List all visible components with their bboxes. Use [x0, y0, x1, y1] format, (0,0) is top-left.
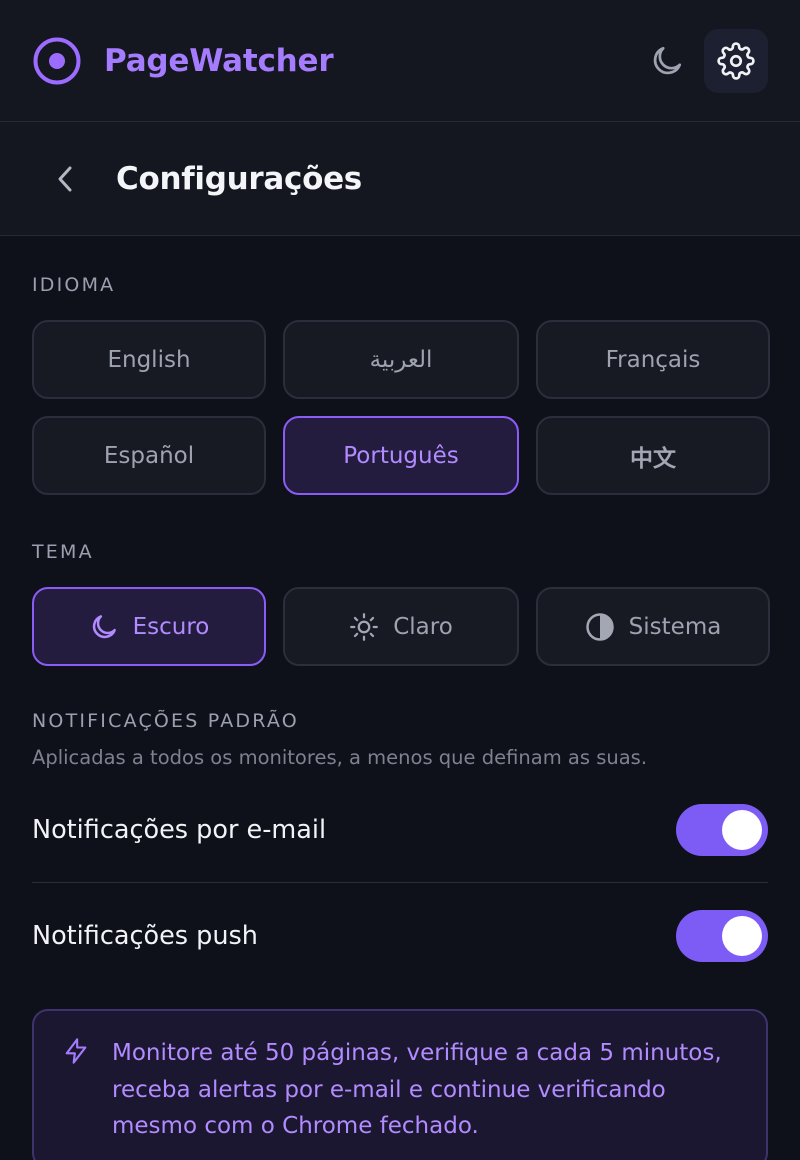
- push-notifications-toggle[interactable]: [676, 910, 768, 962]
- toggle-knob: [722, 809, 762, 850]
- moon-icon: [92, 614, 116, 638]
- language-option-french[interactable]: Français: [536, 320, 770, 399]
- push-notifications-row: Notificações push: [32, 883, 768, 989]
- settings-screen: PageWatcher Configurações IDIOMA English: [0, 0, 800, 1160]
- language-option-chinese[interactable]: 中文: [536, 416, 770, 495]
- language-option-portuguese[interactable]: Português: [283, 416, 519, 495]
- app-header: PageWatcher: [0, 0, 800, 122]
- settings-button[interactable]: [704, 28, 768, 93]
- notifications-section-label: NOTIFICAÇÕES PADRÃO: [32, 710, 299, 732]
- language-option-arabic[interactable]: العربية: [283, 320, 519, 399]
- pro-upgrade-text: Monitore até 50 páginas, verifique a cad…: [112, 1040, 722, 1139]
- logo-icon: [32, 36, 82, 86]
- theme-section-label: TEMA: [32, 541, 94, 563]
- language-option-spanish[interactable]: Español: [32, 416, 266, 495]
- email-notifications-label: Notificações por e-mail: [32, 814, 327, 845]
- language-option-english[interactable]: English: [32, 320, 266, 399]
- email-notifications-row: Notificações por e-mail: [32, 777, 768, 883]
- theme-option-label: Claro: [393, 613, 453, 640]
- lightning-icon: [62, 1035, 92, 1160]
- page-title: Configurações: [116, 160, 362, 197]
- settings-subheader: Configurações: [0, 122, 800, 236]
- theme-toggle-button[interactable]: [644, 38, 690, 84]
- back-button[interactable]: [48, 159, 82, 199]
- app-title: PageWatcher: [104, 42, 334, 79]
- moon-icon: [653, 46, 682, 74]
- theme-option-label: Sistema: [628, 613, 722, 640]
- language-section-label: IDIOMA: [32, 274, 116, 296]
- half-circle-icon: [585, 612, 614, 641]
- push-notifications-label: Notificações push: [32, 921, 258, 951]
- theme-options: Escuro Claro Sistema: [32, 587, 770, 666]
- email-notifications-toggle[interactable]: [676, 803, 768, 856]
- toggle-knob: [722, 916, 762, 956]
- notifications-description: Aplicadas a todos os monitores, a menos …: [32, 746, 648, 769]
- sun-icon: [350, 612, 379, 641]
- theme-option-dark[interactable]: Escuro: [32, 587, 266, 666]
- pro-upgrade-banner: Monitore até 50 páginas, verifique a cad…: [32, 1009, 768, 1160]
- theme-option-label: Escuro: [132, 613, 210, 640]
- theme-option-light[interactable]: Claro: [283, 587, 519, 666]
- language-options: English العربية Français Español Portugu…: [32, 320, 770, 495]
- chevron-left-icon: [58, 166, 72, 191]
- theme-option-system[interactable]: Sistema: [536, 587, 770, 666]
- gear-icon: [717, 41, 755, 80]
- settings-content: IDIOMA English العربية Français Español …: [0, 274, 800, 1160]
